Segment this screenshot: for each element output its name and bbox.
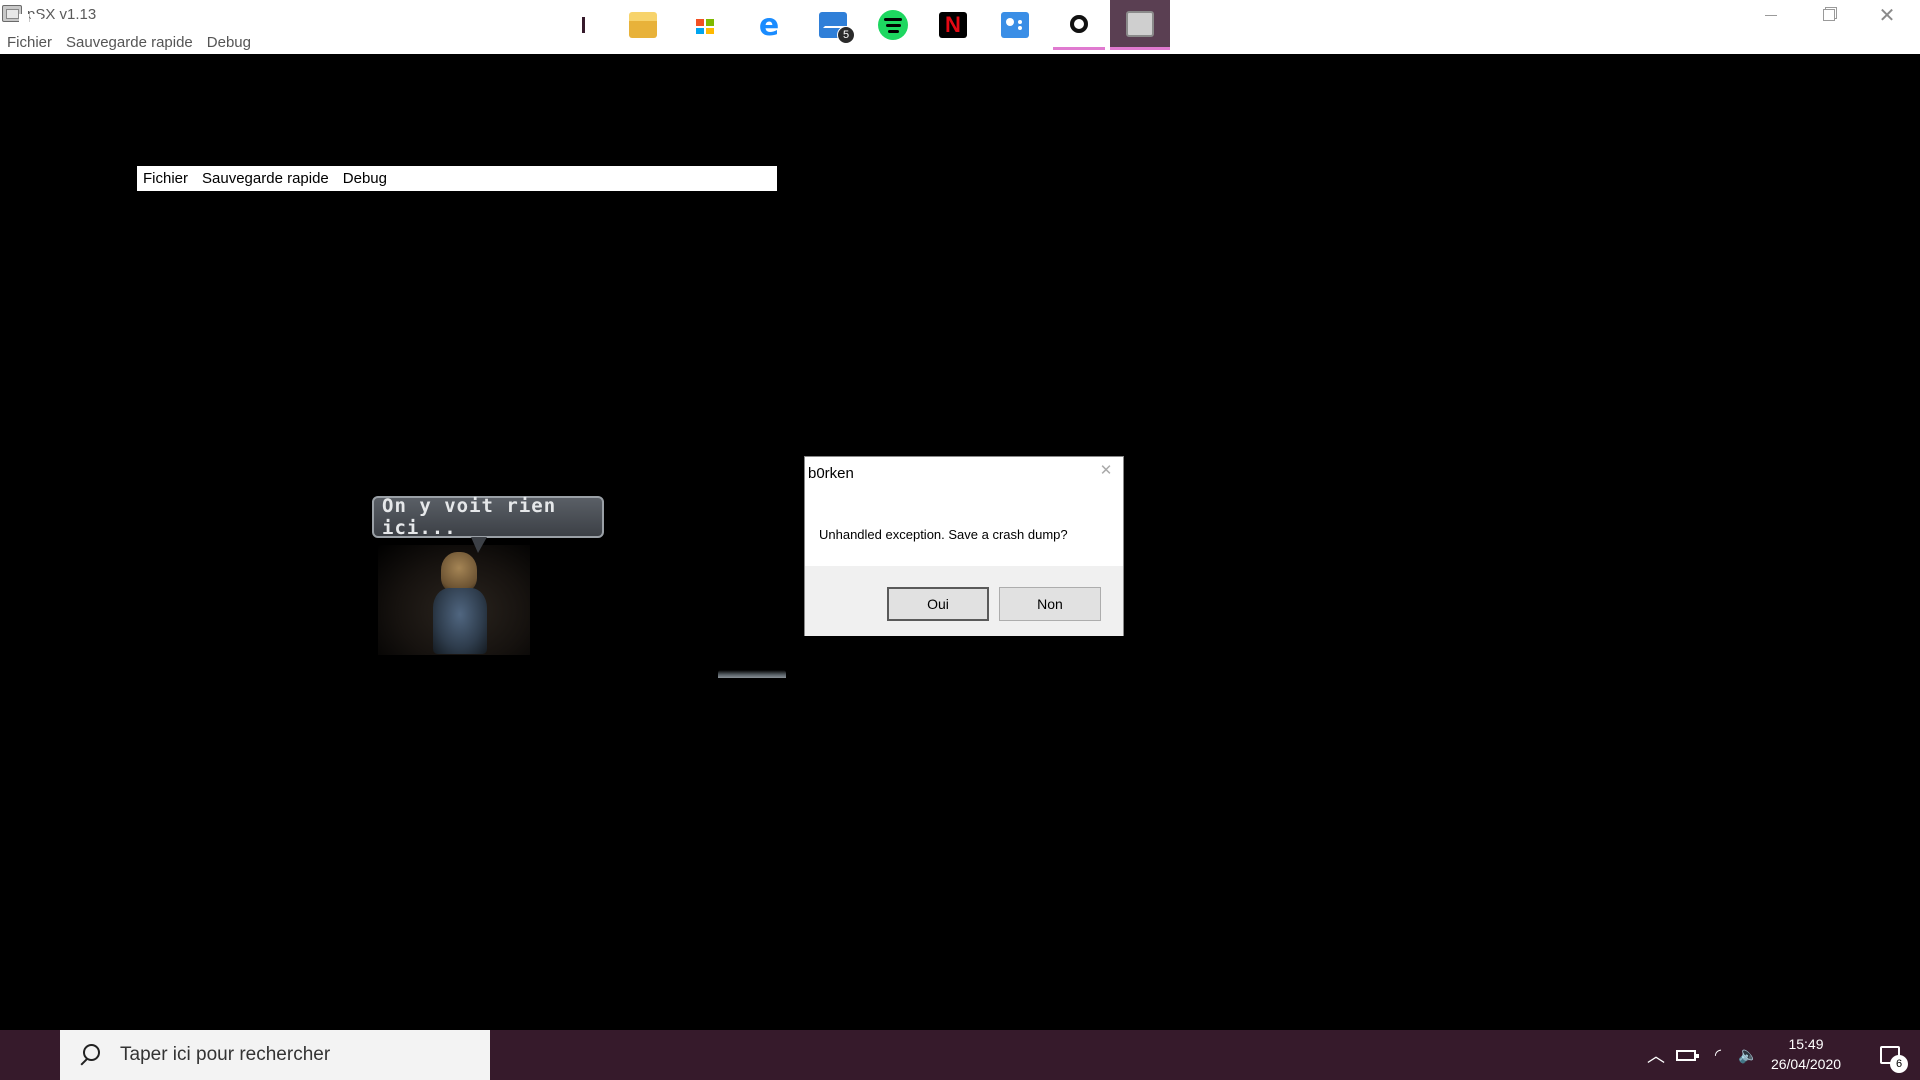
notification-count: 6 [1890,1055,1908,1073]
battery-icon[interactable] [1672,1030,1700,1080]
task-view-button[interactable] [556,0,604,50]
yes-button[interactable]: Oui [887,587,989,621]
wifi-icon[interactable]: ◜ [1704,1030,1732,1080]
dialog-title: b0rken [808,465,854,482]
close-button[interactable]: ✕ [1858,0,1916,30]
crash-dialog: b0rken ✕ Unhandled exception. Save a cra… [804,456,1124,636]
ghost-menu-sauvegarde-rapide: Sauvegarde rapide [202,170,329,187]
search-icon [78,1044,100,1066]
dialog-message: Unhandled exception. Save a crash dump? [819,527,1068,542]
no-button[interactable]: Non [999,587,1101,621]
emulator-launcher-icon [1065,9,1093,38]
edge-icon: e [758,7,780,43]
game-character [433,552,487,654]
taskbar-search-box[interactable]: Taper ici pour rechercher [60,1030,490,1080]
battery-shape [1676,1049,1699,1061]
psx-icon [1126,10,1154,37]
menu-sauvegarde-rapide[interactable]: Sauvegarde rapide [66,34,193,51]
emulator-launcher-button[interactable] [1053,0,1105,50]
cortana-icon [510,15,530,35]
clock-date: 26/04/2020 [1770,1056,1842,1072]
speech-bubble: On y voit rien ici... [372,495,604,539]
netflix-button[interactable]: N [929,0,977,50]
folder-icon [629,12,657,38]
contact-app-button[interactable] [991,0,1039,50]
psx-taskbar-button[interactable] [1110,0,1170,50]
game-glint [718,670,786,678]
cortana-button[interactable] [496,0,544,50]
clock-time: 15:49 [1788,1036,1824,1052]
ghost-menu-fichier: Fichier [143,170,189,187]
ghost-menu-debug: Debug [342,170,387,187]
task-view-icon [569,16,591,34]
start-button[interactable] [0,0,60,50]
mail-badge: 5 [837,26,855,44]
dialog-close-icon[interactable]: ✕ [1093,459,1119,481]
minimize-button[interactable] [1742,0,1800,30]
store-button[interactable] [681,0,729,50]
action-center-button[interactable]: 6 [1864,1030,1916,1080]
file-explorer-button[interactable] [619,0,667,50]
speech-bubble-text: On y voit rien ici... [382,495,557,539]
spotify-button[interactable] [869,0,917,50]
windows-logo-icon [19,14,41,36]
ghost-menu-bar: Fichier Sauvegarde rapide Debug [137,166,777,191]
character-hair [441,552,477,592]
spotify-icon [878,10,908,40]
dialog-body [805,487,1123,565]
menu-debug[interactable]: Debug [207,34,251,51]
taskbar-clock[interactable]: 15:49 26/04/2020 [1764,1030,1848,1080]
speech-bubble-tail [471,537,487,553]
volume-icon[interactable]: 🔈 [1734,1030,1762,1080]
mail-button[interactable]: 5 [805,0,861,50]
search-placeholder: Taper ici pour rechercher [120,1044,331,1065]
edge-button[interactable]: e [745,0,793,50]
restore-button[interactable] [1800,0,1858,30]
store-icon [691,12,719,38]
show-hidden-icons-button[interactable]: ︿ [1644,1030,1668,1080]
netflix-icon: N [939,12,967,38]
contact-card-icon [1001,12,1029,38]
character-body [433,588,487,654]
